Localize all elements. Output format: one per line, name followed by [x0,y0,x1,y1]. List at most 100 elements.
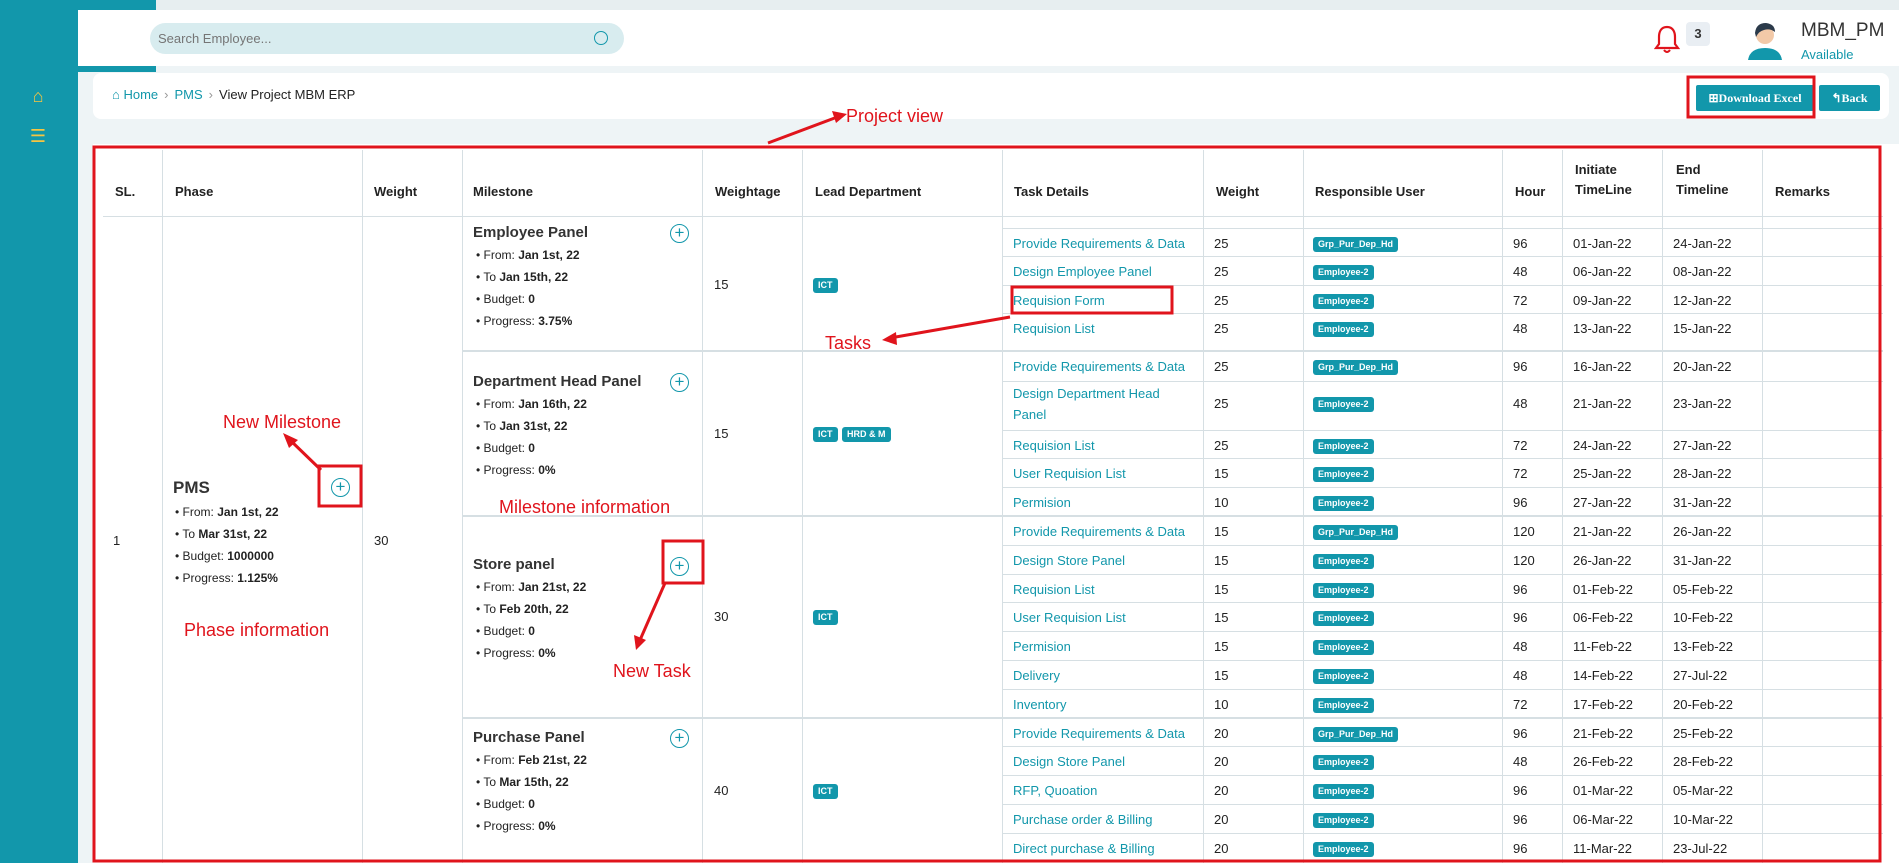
task-link[interactable]: Permision [1013,636,1071,657]
add-task-button[interactable]: + [670,557,689,576]
task-hour: 72 [1513,293,1528,308]
row-divider [1002,804,1883,805]
annotation-new-task: New Task [613,661,691,681]
task-hour: 96 [1513,495,1528,510]
task-start-date: 01-Jan-22 [1573,236,1632,251]
task-weight: 20 [1214,783,1229,798]
row-divider [1002,430,1883,431]
task-link[interactable]: User Requision List [1013,607,1126,628]
task-link[interactable]: User Requision List [1013,463,1126,484]
milestone-weightage: 15 [714,426,729,441]
milestone-progress: • Progress: 0% [476,819,556,833]
task-weight: 15 [1214,668,1229,683]
home-icon[interactable]: ⌂ [26,84,50,108]
milestone-to: • To Jan 31st, 22 [476,419,568,433]
task-link[interactable]: Permision [1013,492,1071,513]
department-badge: ICT [813,427,838,442]
task-link[interactable]: Design Store Panel [1013,550,1125,571]
task-link[interactable]: RFP, Quoation [1013,780,1097,801]
task-link[interactable]: Direct purchase & Billing [1013,838,1155,859]
header-end-timeline: End Timeline [1676,162,1729,197]
task-weight: 25 [1214,264,1229,279]
column-divider [702,150,703,863]
task-hour: 48 [1513,668,1528,683]
task-link[interactable]: Provide Requirements & Data [1013,521,1185,542]
task-link[interactable]: Design Store Panel [1013,751,1125,772]
task-link[interactable]: Requision List [1013,579,1095,600]
task-link[interactable]: Design Employee Panel [1013,261,1152,282]
task-hour: 96 [1513,726,1528,741]
task-start-date: 21-Jan-22 [1573,524,1632,539]
add-milestone-button[interactable]: + [331,478,350,497]
column-divider [802,150,803,863]
phase-sl: 1 [113,533,121,548]
header-weight: Weight [374,184,418,199]
task-hour: 72 [1513,438,1528,453]
search-user-icon[interactable] [594,31,608,45]
task-end-date: 26-Jan-22 [1673,524,1732,539]
task-link[interactable]: Requision Form [1013,290,1105,311]
breadcrumb-home[interactable]: ⌂ Home [112,87,158,102]
download-excel-button[interactable]: ⊞Download Excel [1696,85,1814,111]
breadcrumb-pms[interactable]: PMS [175,87,203,102]
task-link[interactable]: Purchase order & Billing [1013,809,1152,830]
back-button[interactable]: ↰Back [1819,85,1880,111]
user-name[interactable]: MBM_PM [1801,20,1884,42]
milestone-to: • To Jan 15th, 22 [476,270,569,284]
header-lead-department: Lead Department [815,184,922,199]
avatar[interactable] [1744,18,1786,60]
annotation-tasks: Tasks [825,333,872,353]
row-divider [1002,775,1883,776]
add-task-button[interactable]: + [670,224,689,243]
task-link[interactable]: Provide Requirements & Data [1013,723,1185,744]
task-end-date: 27-Jul-22 [1673,668,1728,683]
responsible-user-badge: Employee-2 [1313,784,1374,799]
task-weight: 10 [1214,495,1229,510]
breadcrumb-bar [93,73,1889,119]
task-weight: 20 [1214,754,1229,769]
responsible-user-badge: Employee-2 [1313,611,1374,626]
task-hour: 72 [1513,697,1528,712]
task-weight: 20 [1214,841,1229,856]
task-link[interactable]: Inventory [1013,694,1066,715]
list-icon[interactable]: ☰ [26,124,50,148]
responsible-user-badge: Employee-2 [1313,265,1374,280]
task-hour: 48 [1513,396,1528,411]
add-task-button[interactable]: + [670,373,689,392]
milestone-budget: • Budget: 0 [476,441,535,455]
header-responsible-user: Responsible User [1315,184,1425,199]
task-end-date: 23-Jan-22 [1673,396,1732,411]
task-link[interactable]: Design Department Head Panel [1013,383,1188,425]
responsible-user-badge: Grp_Pur_Dep_Hd [1313,727,1399,742]
annotation-new-milestone: New Milestone [223,412,342,432]
task-link[interactable]: Delivery [1013,665,1060,686]
search-input[interactable] [158,23,578,54]
header-divider [103,216,1883,217]
task-weight: 25 [1214,359,1229,374]
task-end-date: 10-Mar-22 [1673,812,1733,827]
responsible-user-badge: Employee-2 [1313,698,1374,713]
row-divider [1002,689,1883,690]
responsible-user-badge: Employee-2 [1313,322,1374,337]
header-sl: SL. [115,184,136,199]
add-task-button[interactable]: + [670,729,689,748]
responsible-user-badge: Employee-2 [1313,583,1374,598]
task-link[interactable]: Provide Requirements & Data [1013,233,1185,254]
responsible-user-badge: Employee-2 [1313,294,1374,309]
milestone-from: • From: Jan 1st, 22 [476,248,580,262]
task-link[interactable]: Requision List [1013,435,1095,456]
task-link[interactable]: Provide Requirements & Data [1013,356,1185,377]
milestone-to: • To Mar 15th, 22 [476,775,569,789]
task-link[interactable]: Requision List [1013,318,1095,339]
task-start-date: 21-Jan-22 [1573,396,1632,411]
responsible-user-badge: Employee-2 [1313,397,1374,412]
row-divider [1002,602,1883,603]
row-divider [1002,631,1883,632]
task-hour: 120 [1513,553,1535,568]
bell-icon[interactable] [1654,24,1680,54]
row-divider [1002,313,1883,314]
header-task-weight: Weight [1216,184,1260,199]
task-weight: 15 [1214,466,1229,481]
responsible-user-badge: Employee-2 [1313,813,1374,828]
task-start-date: 06-Feb-22 [1573,610,1633,625]
